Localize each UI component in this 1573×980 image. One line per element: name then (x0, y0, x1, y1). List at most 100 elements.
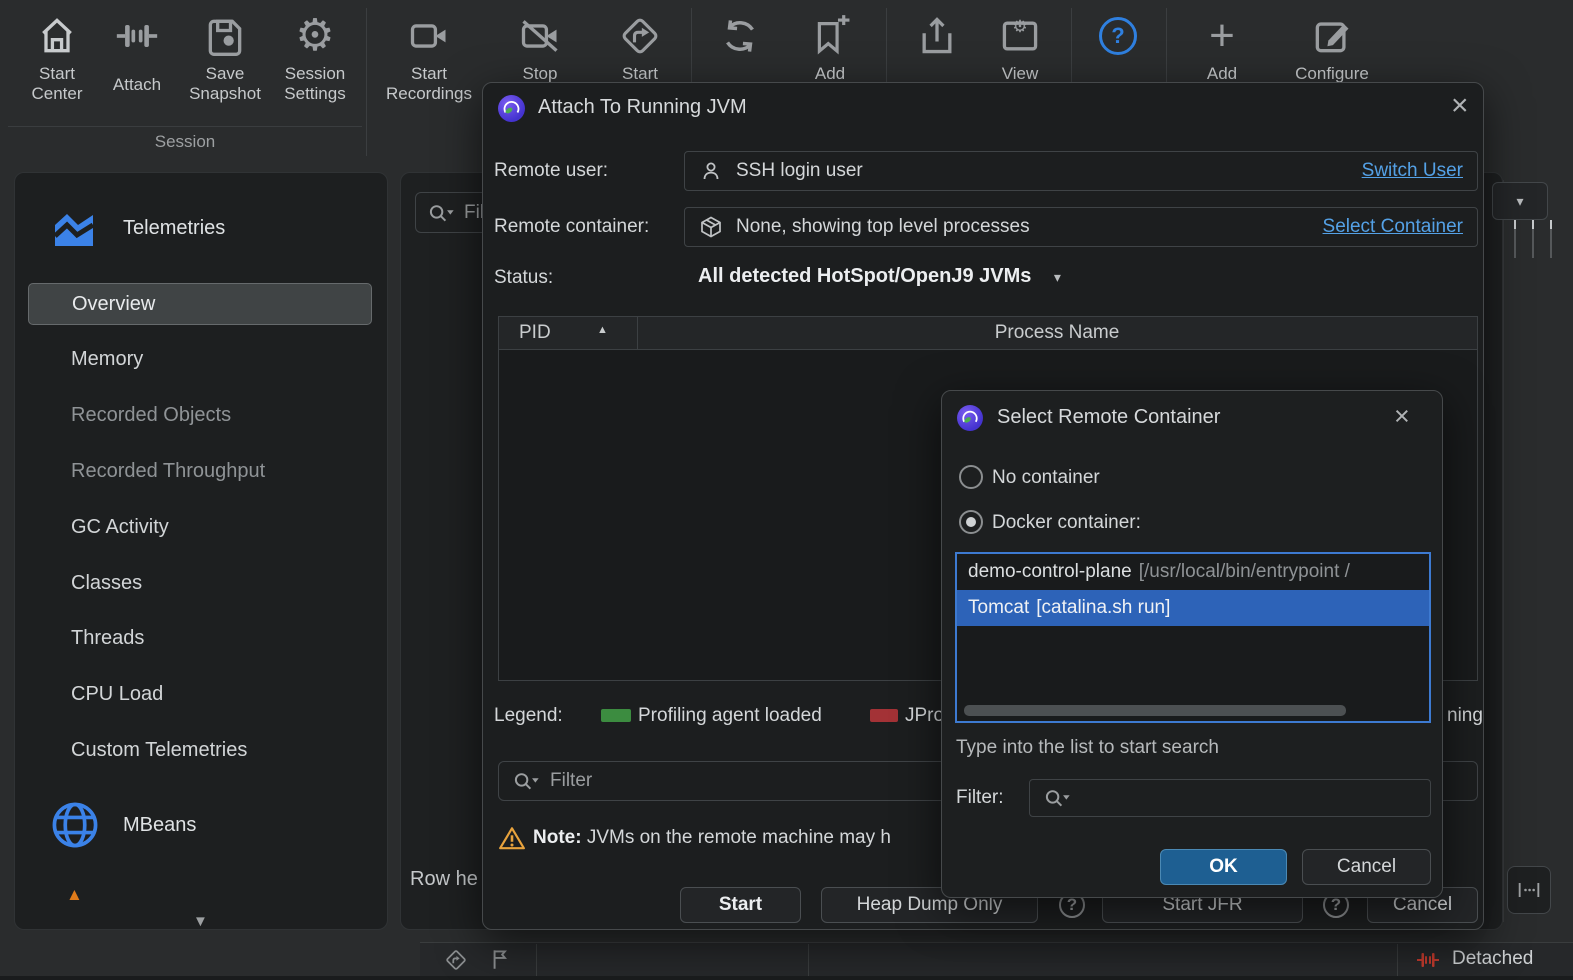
gear-glyph: ⚙ (295, 11, 335, 60)
caret-down-icon: ▾ (1516, 192, 1524, 209)
connection-status: Detached (1452, 948, 1534, 969)
docker-container-label[interactable]: Docker container: (992, 512, 1141, 534)
flag-icon[interactable] (487, 946, 513, 977)
search-icon (514, 773, 539, 790)
window-gear-icon: ⚙ (977, 8, 1063, 64)
edit-icon (1287, 8, 1377, 64)
toolbar-label: Save Snapshot (189, 64, 261, 104)
toolbar-label: Session Settings (284, 64, 346, 104)
sidebar-item-gc-activity[interactable]: GC Activity (71, 516, 169, 539)
status-dropdown[interactable]: All detected HotSpot/OpenJ9 JVMs ▾ (698, 265, 1061, 288)
filter-placeholder: Filter (550, 770, 593, 791)
container-box-icon (701, 216, 721, 238)
row-height-button[interactable] (1507, 866, 1551, 914)
container-list[interactable]: demo-control-plane [/usr/local/bin/entryp… (955, 552, 1431, 723)
list-item-selected[interactable]: Tomcat [catalina.sh run] (957, 590, 1429, 626)
panel-edge-divider (1503, 180, 1504, 922)
container-filter-input[interactable] (1029, 779, 1431, 817)
container-detail: [catalina.sh run] (1036, 597, 1171, 618)
refresh-icon (697, 8, 783, 64)
toolbar-group-separator (8, 126, 362, 127)
horizontal-scrollbar[interactable] (964, 705, 1346, 716)
gear-glyph: ⚙ (1012, 17, 1028, 36)
process-table-header: PID ▲ Process Name (499, 317, 1477, 350)
sidebar-item-threads[interactable]: Threads (71, 627, 144, 650)
search-icon (429, 204, 454, 221)
row-height-icon (1518, 883, 1540, 897)
sidebar-item-recorded-objects[interactable]: Recorded Objects (71, 404, 231, 427)
chart-tick (1550, 220, 1552, 258)
docker-container-radio[interactable] (959, 510, 983, 534)
select-container-link[interactable]: Select Container (1323, 216, 1463, 238)
no-container-radio[interactable] (959, 465, 983, 489)
pid-column-header[interactable]: PID (519, 322, 551, 344)
no-container-label[interactable]: No container (992, 467, 1100, 489)
question-glyph: ? (1111, 22, 1125, 48)
bookmark-plus-icon (787, 8, 873, 64)
toolbar-label: Attach (112, 75, 162, 94)
toolbar-attach-button[interactable]: Attach (94, 8, 180, 104)
toolbar-group-label: Session (154, 132, 216, 151)
container-cancel-button[interactable]: Cancel (1302, 849, 1431, 885)
sidebar-item-classes[interactable]: Classes (71, 572, 142, 595)
scroll-up-icon[interactable]: ▲ (66, 885, 83, 905)
search-hint: Type into the list to start search (956, 737, 1219, 758)
list-item[interactable]: demo-control-plane [/usr/local/bin/entryp… (957, 554, 1429, 590)
background-dropdown-button[interactable]: ▾ (1492, 182, 1548, 220)
remote-user-value: SSH login user (736, 160, 863, 181)
sidebar-section-mbeans[interactable]: MBeans (123, 814, 196, 837)
chart-tick (1532, 220, 1534, 258)
plug-icon (94, 8, 180, 64)
legend-red-swatch (870, 709, 898, 722)
sidebar-item-recorded-throughput[interactable]: Recorded Throughput (71, 460, 265, 483)
help-icon: ? (1099, 17, 1137, 55)
start-button[interactable]: Start (680, 887, 801, 923)
legend-red-label-fragment: JPro (905, 705, 945, 726)
dialog-title: Select Remote Container (997, 406, 1221, 428)
legend-trailing-fragment: ning (1447, 705, 1483, 726)
select-remote-container-dialog: Select Remote Container × No container D… (941, 390, 1443, 898)
scroll-down-icon[interactable]: ▼ (193, 913, 208, 930)
app-window: Start Center Attach Save Snapshot ⚙ Sess… (0, 0, 1573, 980)
status-bar-divider (536, 944, 537, 976)
remote-container-value: None, showing top level processes (736, 216, 1030, 237)
status-bar (420, 942, 1573, 976)
window-bottom-edge (0, 976, 1573, 980)
legend-green-label: Profiling agent loaded (638, 705, 822, 726)
legend-green-swatch (601, 709, 631, 722)
sidebar-item-cpu-load[interactable]: CPU Load (71, 683, 163, 706)
toolbar-start-center-button[interactable]: Start Center (12, 8, 102, 105)
remote-container-label: Remote container: (494, 216, 650, 237)
gear-icon: ⚙ (268, 8, 362, 64)
toolbar-start-recordings-button[interactable]: Start Recordings (379, 8, 479, 105)
globe-icon (49, 799, 101, 856)
camera-off-icon (497, 8, 583, 64)
remote-container-field[interactable]: None, showing top level processes Select… (684, 207, 1478, 247)
camera-icon (379, 8, 479, 64)
legend-label: Legend: (494, 705, 563, 726)
sidebar: Telemetries Overview Memory Recorded Obj… (14, 172, 388, 930)
jprofiler-logo-icon (957, 405, 983, 431)
remote-user-field[interactable]: SSH login user Switch User (684, 151, 1478, 191)
row-height-fragment: Row he (410, 868, 478, 890)
caret-down-icon: ▾ (1053, 269, 1061, 285)
sidebar-item-overview[interactable]: Overview (28, 283, 372, 325)
sidebar-item-custom-telemetries[interactable]: Custom Telemetries (71, 739, 247, 762)
switch-user-link[interactable]: Switch User (1362, 160, 1463, 182)
toolbar-session-settings-button[interactable]: ⚙ Session Settings (268, 8, 362, 105)
status-diamond-arrow-icon[interactable] (443, 947, 469, 978)
toolbar-label: Start Center (31, 64, 83, 104)
sidebar-item-memory[interactable]: Memory (71, 348, 143, 371)
plus-glyph: + (1209, 11, 1235, 60)
close-icon[interactable]: × (1394, 403, 1410, 430)
telemetries-icon (49, 206, 99, 259)
close-icon[interactable]: × (1451, 91, 1469, 121)
process-name-column-header[interactable]: Process Name (637, 322, 1477, 344)
status-value: All detected HotSpot/OpenJ9 JVMs (698, 265, 1032, 287)
sidebar-section-telemetries[interactable]: Telemetries (123, 217, 225, 240)
radio-dot (966, 517, 976, 527)
ok-button[interactable]: OK (1160, 849, 1287, 885)
toolbar-save-snapshot-button[interactable]: Save Snapshot (178, 8, 272, 105)
user-icon (703, 162, 719, 180)
jprofiler-logo-icon (498, 95, 525, 122)
